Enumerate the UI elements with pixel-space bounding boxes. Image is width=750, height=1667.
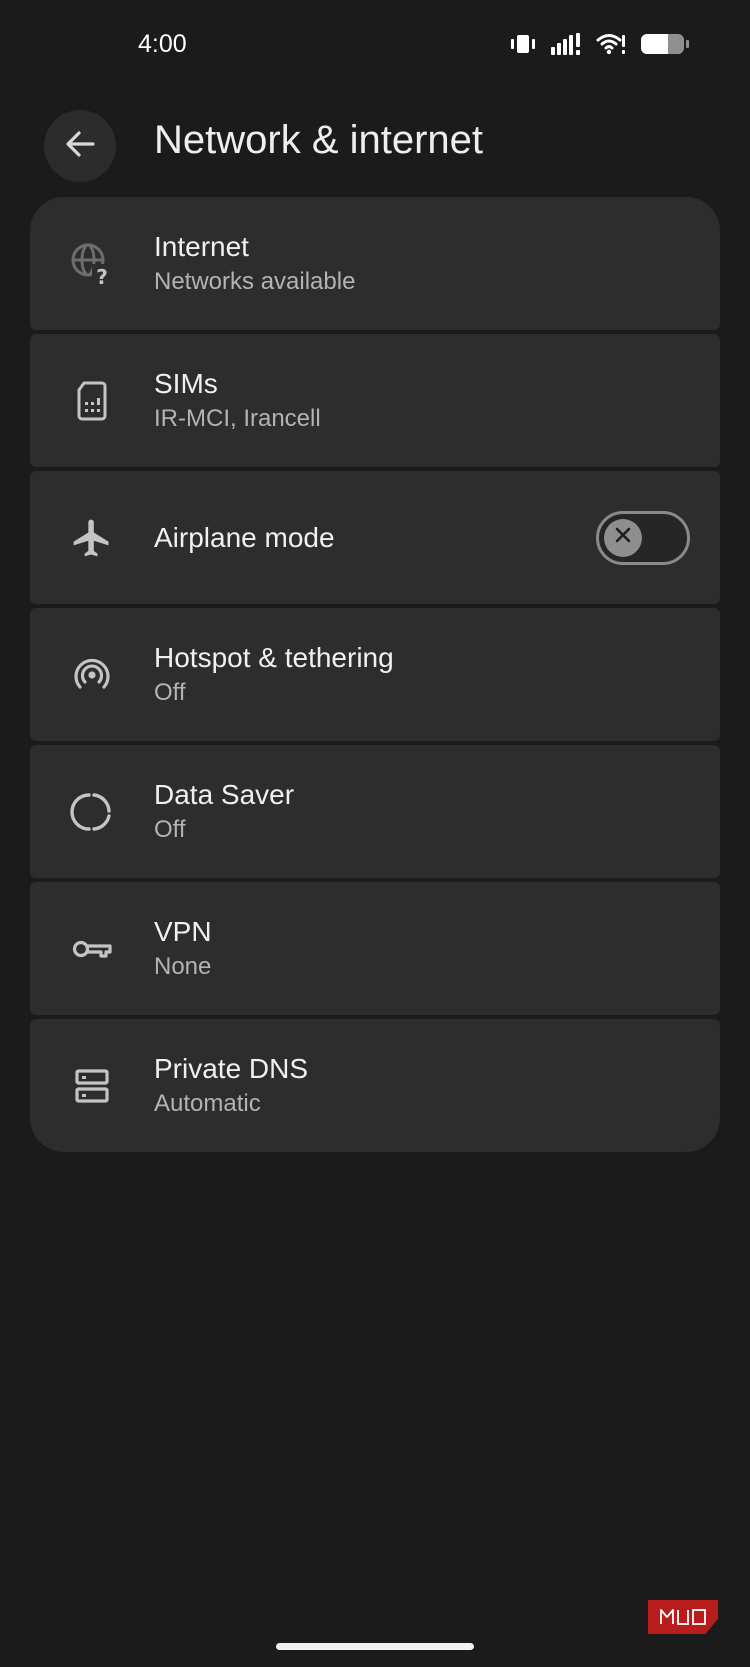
- private-dns-subtitle: Automatic: [154, 1089, 261, 1117]
- private-dns-title: Private DNS: [154, 1052, 309, 1084]
- status-time: 4:00: [138, 30, 187, 58]
- vpn-title: VPN: [154, 915, 212, 947]
- data-saver-title: Data Saver: [154, 778, 295, 810]
- toggle-thumb: [604, 518, 642, 557]
- hotspot-subtitle: Off: [154, 678, 186, 706]
- airplane-icon: [70, 516, 114, 560]
- settings-item-hotspot[interactable]: Hotspot & tethering Off: [30, 608, 720, 741]
- muo-watermark-logo: [648, 1600, 718, 1634]
- vpn-subtitle: None: [154, 952, 212, 980]
- hotspot-icon: [70, 653, 114, 697]
- hotspot-title: Hotspot & tethering: [154, 641, 394, 673]
- airplane-mode-toggle[interactable]: [596, 510, 690, 565]
- status-bar: 4:00: [0, 0, 750, 92]
- cellular-signal-icon: [550, 32, 582, 56]
- internet-subtitle: Networks available: [154, 267, 356, 295]
- settings-item-data-saver[interactable]: Data Saver Off: [30, 745, 720, 878]
- globe-question-icon: ?: [70, 242, 114, 286]
- vibrate-icon: [510, 34, 536, 54]
- data-saver-icon: [70, 790, 114, 834]
- home-indicator[interactable]: [276, 1643, 474, 1650]
- status-icons: [510, 32, 690, 56]
- settings-item-internet[interactable]: ? Internet Networks available: [30, 197, 720, 330]
- settings-item-vpn[interactable]: VPN None: [30, 882, 720, 1015]
- close-icon: [613, 525, 633, 550]
- back-button[interactable]: [44, 110, 116, 182]
- vpn-key-icon: [70, 927, 114, 971]
- settings-list: ? Internet Networks available SIMs IR-MC…: [30, 197, 720, 1152]
- data-saver-subtitle: Off: [154, 815, 186, 843]
- settings-item-sims[interactable]: SIMs IR-MCI, Irancell: [30, 334, 720, 467]
- page-title: Network & internet: [154, 118, 484, 162]
- sim-card-icon: [70, 379, 114, 423]
- airplane-mode-title: Airplane mode: [154, 521, 335, 553]
- wifi-icon: [596, 32, 626, 56]
- arrow-back-icon: [63, 127, 97, 166]
- battery-icon: [640, 32, 690, 56]
- sims-subtitle: IR-MCI, Irancell: [154, 404, 321, 432]
- sims-title: SIMs: [154, 367, 218, 399]
- internet-title: Internet: [154, 230, 249, 262]
- svg-text:?: ?: [96, 265, 108, 286]
- settings-item-airplane-mode[interactable]: Airplane mode: [30, 471, 720, 604]
- dns-server-icon: [70, 1064, 114, 1108]
- settings-item-private-dns[interactable]: Private DNS Automatic: [30, 1019, 720, 1152]
